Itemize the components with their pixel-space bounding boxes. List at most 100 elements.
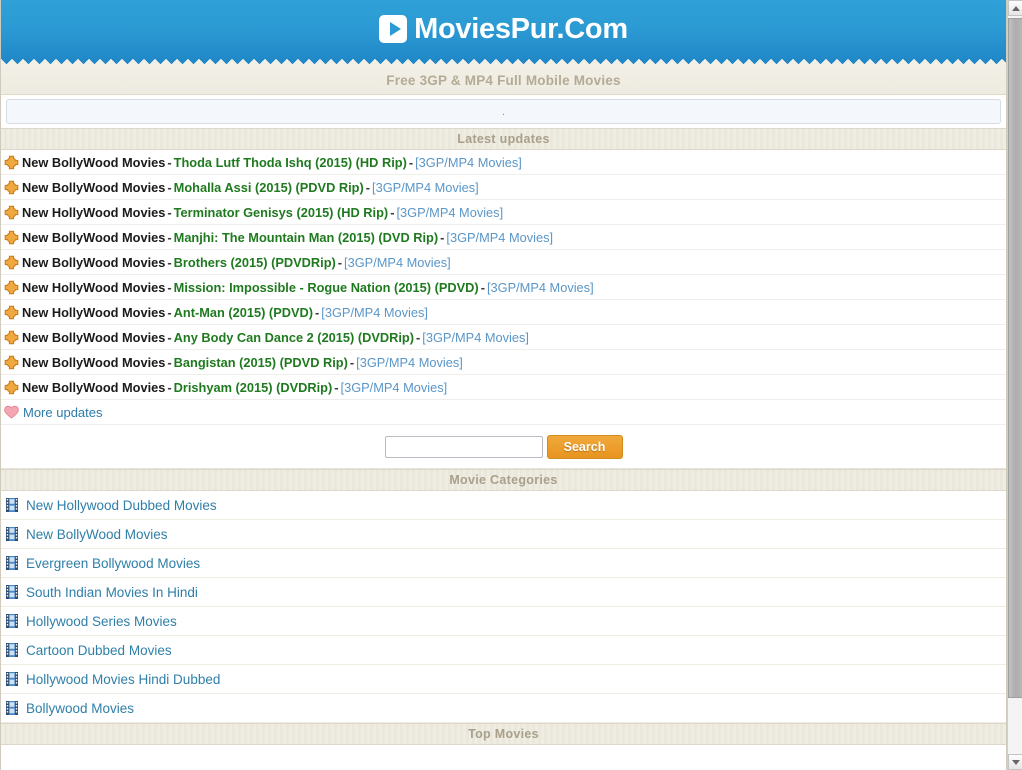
vertical-scrollbar[interactable] (1007, 0, 1022, 770)
format-link[interactable]: [3GP/MP4 Movies] (422, 330, 529, 345)
orange-cross-icon (4, 155, 19, 170)
film-strip-icon (6, 614, 18, 628)
category-link[interactable]: Hollywood Movies Hindi Dubbed (26, 672, 220, 687)
more-updates-row[interactable]: More updates (1, 400, 1006, 425)
movie-title-link[interactable]: Brothers (2015) (PDVDRip) (174, 255, 336, 270)
section-title: Latest updates (457, 132, 550, 146)
movie-title-link[interactable]: Mohalla Assi (2015) (PDVD Rip) (174, 180, 364, 195)
update-row[interactable]: New BollyWood Movies - Thoda Lutf Thoda Is… (1, 150, 1006, 175)
chevron-up-icon (1011, 5, 1020, 11)
film-strip-icon (6, 672, 18, 686)
format-link[interactable]: [3GP/MP4 Movies] (356, 355, 463, 370)
format-link[interactable]: [3GP/MP4 Movies] (415, 155, 522, 170)
format-link[interactable]: [3GP/MP4 Movies] (372, 180, 479, 195)
update-separator-2: - (408, 154, 414, 170)
update-row[interactable]: New BollyWood Movies - Brothers (2015) (PD… (1, 250, 1006, 275)
category-row[interactable]: Evergreen Bollywood Movies (1, 549, 1006, 578)
movie-title-link[interactable]: Thoda Lutf Thoda Ishq (2015) (HD Rip) (174, 155, 407, 170)
scrollbar-up-button[interactable] (1008, 0, 1022, 16)
category-row[interactable]: New Hollywood Dubbed Movies (1, 491, 1006, 520)
section-header-top-movies: Top Movies (1, 723, 1006, 745)
orange-cross-icon (4, 205, 19, 220)
update-category: New BollyWood Movies (22, 354, 166, 370)
site-logo[interactable]: MoviesPur.Com (1, 0, 1006, 58)
film-strip-icon (6, 498, 18, 512)
chevron-down-icon (1011, 759, 1020, 765)
film-strip-icon (6, 527, 18, 541)
category-link[interactable]: Cartoon Dubbed Movies (26, 643, 172, 658)
category-row[interactable]: South Indian Movies In Hindi (1, 578, 1006, 607)
more-updates-link[interactable]: More updates (23, 405, 103, 420)
update-category: New BollyWood Movies (22, 379, 166, 395)
play-triangle-icon (379, 15, 408, 43)
update-separator-2: - (480, 279, 485, 295)
category-row[interactable]: New BollyWood Movies (1, 520, 1006, 549)
format-link[interactable]: [3GP/MP4 Movies] (396, 205, 503, 220)
update-row[interactable]: New HollyWood Movies - Terminator Genisys … (1, 200, 1006, 225)
format-link[interactable]: [3GP/MP4 Movies] (321, 305, 428, 320)
update-row[interactable]: New BollyWood Movies - Drishyam (2015) (DV… (1, 375, 1006, 400)
category-link[interactable]: New BollyWood Movies (26, 527, 168, 542)
format-link[interactable]: [3GP/MP4 Movies] (446, 230, 553, 245)
ad-placeholder[interactable]: . (6, 99, 1001, 124)
search-area: Search (1, 425, 1006, 469)
header-zigzag-divider (1, 57, 1006, 66)
category-row[interactable]: Hollywood Movies Hindi Dubbed (1, 665, 1006, 694)
update-category: New HollyWood Movies (22, 204, 166, 220)
update-row[interactable]: New HollyWood Movies - Mission: Impossible… (1, 275, 1006, 300)
search-button[interactable]: Search (546, 434, 623, 459)
update-row[interactable]: New BollyWood Movies - Manjhi: The Mountai… (1, 225, 1006, 250)
category-link[interactable]: South Indian Movies In Hindi (26, 585, 198, 600)
site-logo-text: MoviesPur.Com (414, 12, 628, 45)
film-strip-icon (6, 701, 18, 715)
pink-heart-icon (4, 405, 19, 419)
section-title: Movie Categories (449, 473, 558, 487)
site-header: MoviesPur.Com (1, 0, 1006, 66)
film-strip-icon (6, 643, 18, 657)
category-row[interactable]: Bollywood Movies (1, 694, 1006, 723)
category-link[interactable]: Hollywood Series Movies (26, 614, 177, 629)
update-separator-2: - (315, 304, 320, 320)
category-row[interactable]: Cartoon Dubbed Movies (1, 636, 1006, 665)
category-link[interactable]: Evergreen Bollywood Movies (26, 556, 200, 571)
section-header-movie-categories: Movie Categories (1, 469, 1006, 491)
update-category: New BollyWood Movies (22, 329, 166, 345)
update-row[interactable]: New BollyWood Movies - Mohalla Assi (2015)… (1, 175, 1006, 200)
orange-cross-icon (4, 180, 19, 195)
movie-title-link[interactable]: Any Body Can Dance 2 (2015) (DVDRip) (174, 330, 414, 345)
category-row[interactable]: Hollywood Series Movies (1, 607, 1006, 636)
movie-title-link[interactable]: Manjhi: The Mountain Man (2015) (DVD Rip… (174, 230, 438, 245)
scrollbar-thumb[interactable] (1008, 18, 1022, 698)
orange-cross-icon (4, 330, 19, 345)
update-row[interactable]: New BollyWood Movies - Bangistan (2015) (P… (1, 350, 1006, 375)
update-row[interactable]: New BollyWood Movies - Any Body Can Dance … (1, 325, 1006, 350)
category-link[interactable]: Bollywood Movies (26, 701, 134, 716)
format-link[interactable]: [3GP/MP4 Movies] (487, 280, 594, 295)
category-link[interactable]: New Hollywood Dubbed Movies (26, 498, 217, 513)
update-category: New BollyWood Movies (22, 254, 166, 270)
update-separator: - (167, 329, 172, 345)
update-separator: - (167, 204, 172, 220)
movie-title-link[interactable]: Ant-Man (2015) (PDVD) (174, 305, 313, 320)
tagline-bar: Free 3GP & MP4 Full Mobile Movies (1, 66, 1006, 95)
film-strip-icon (6, 585, 18, 599)
movie-title-link[interactable]: Terminator Genisys (2015) (HD Rip) (174, 205, 389, 220)
movie-title-link[interactable]: Bangistan (2015) (PDVD Rip) (174, 355, 348, 370)
movie-title-link[interactable]: Drishyam (2015) (DVDRip) (174, 380, 333, 395)
update-separator-2: - (349, 354, 355, 370)
scrollbar-down-button[interactable] (1008, 754, 1022, 770)
format-link[interactable]: [3GP/MP4 Movies] (344, 255, 451, 270)
update-separator-2: - (337, 254, 343, 270)
update-separator: - (167, 179, 172, 195)
update-row[interactable]: New HollyWood Movies - Ant-Man (2015) (PDV… (1, 300, 1006, 325)
movie-title-link[interactable]: Mission: Impossible - Rogue Nation (2015… (174, 280, 479, 295)
update-separator-2: - (440, 229, 445, 245)
orange-cross-icon (4, 355, 19, 370)
update-separator: - (167, 379, 172, 395)
format-link[interactable]: [3GP/MP4 Movies] (341, 380, 448, 395)
update-separator: - (167, 304, 172, 320)
latest-updates-list: New BollyWood Movies - Thoda Lutf Thoda Is… (1, 150, 1006, 400)
update-separator: - (167, 154, 172, 170)
search-input[interactable] (384, 435, 543, 458)
update-category: New BollyWood Movies (22, 179, 166, 195)
